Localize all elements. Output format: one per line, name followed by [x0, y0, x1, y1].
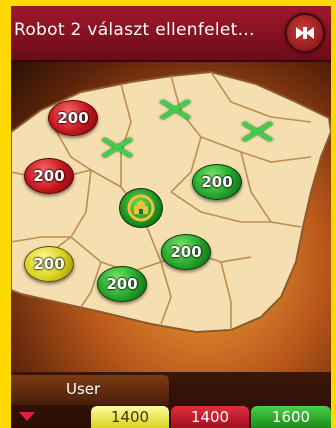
territory-value: 200	[33, 255, 65, 273]
game-frame: Robot 2 választ ellenfelet... 200 200 20…	[11, 6, 331, 428]
close-button[interactable]	[285, 13, 325, 53]
tab-user[interactable]: User	[11, 375, 170, 405]
territory-t1[interactable]: 200	[48, 100, 98, 136]
territory-value: 200	[106, 275, 138, 293]
header-bar: Robot 2 választ ellenfelet...	[11, 6, 331, 62]
crossed-territory-icon: ✕	[152, 91, 199, 131]
score-green: 1600	[251, 406, 331, 428]
score-value: 1400	[190, 408, 230, 426]
crossed-territory-icon: ✕	[94, 129, 141, 169]
crossed-territory-icon: ✕	[234, 113, 281, 153]
status-title: Robot 2 választ ellenfelet...	[14, 20, 255, 40]
territory-value: 200	[201, 173, 233, 191]
score-value: 1400	[110, 408, 150, 426]
turn-indicator-icon	[19, 412, 35, 421]
tab-user-label: User	[66, 380, 101, 398]
territory-t3[interactable]: 200	[192, 164, 242, 200]
territory-value: 200	[33, 167, 65, 185]
territory-value: 200	[57, 109, 89, 127]
score-red: 1400	[171, 406, 249, 428]
player-bar: User 1400 1400 1600	[11, 372, 331, 428]
territory-value: 200	[170, 243, 202, 261]
territory-t6[interactable]: 200	[97, 266, 147, 302]
territory-t4[interactable]: 200	[24, 246, 74, 282]
score-yellow: 1400	[91, 406, 169, 428]
territory-t5[interactable]: 200	[161, 234, 211, 270]
close-icon	[296, 27, 314, 39]
map-area: 200 200 200 200 200 200 ✕ ✕ ✕	[11, 62, 331, 372]
castle-icon[interactable]	[119, 188, 163, 228]
score-value: 1600	[271, 408, 311, 426]
territory-t2[interactable]: 200	[24, 158, 74, 194]
